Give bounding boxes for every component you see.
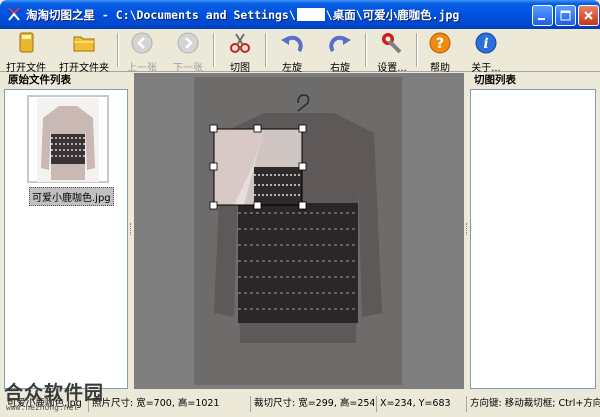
file-name-label[interactable]: 可爱小鹿咖色.jpg [29, 187, 114, 206]
help-icon: ? [429, 32, 451, 54]
open-file-label: 打开文件 [6, 63, 46, 74]
arrow-left-icon [131, 32, 153, 54]
open-file-icon [19, 32, 34, 53]
rotate-right-label: 右旋 [330, 63, 350, 74]
maximize-icon [560, 10, 571, 21]
svg-text:i: i [483, 36, 488, 52]
maximize-button[interactable] [555, 5, 576, 26]
minimize-button[interactable] [532, 5, 553, 26]
settings-button[interactable]: 设置... [372, 31, 412, 74]
status-image-size: 照片尺寸: 宽=700, 高=1021 [88, 396, 248, 412]
scissors-icon [230, 33, 250, 53]
crop-label: 切图 [230, 63, 250, 74]
folder-icon [73, 36, 95, 52]
prev-label: 上一张 [127, 63, 157, 74]
wrench-icon [382, 33, 402, 54]
next-label: 下一张 [173, 63, 203, 74]
minimize-icon [538, 18, 545, 20]
open-folder-button[interactable]: 打开文件夹 [56, 31, 112, 74]
source-file-panel: 原始文件列表 可爱小鹿咖色.jpg [4, 73, 128, 389]
settings-label: 设置... [377, 63, 407, 74]
watermark-logo: 合众软件园 [4, 382, 105, 404]
rotate-left-button[interactable]: 左旋 [274, 31, 310, 74]
toolbar: 打开文件 打开文件夹 上一张 下一张 切图 左旋 右旋 设置... ? 帮助 i… [0, 29, 600, 74]
crop-button[interactable]: 切图 [222, 31, 258, 74]
image-preview [134, 73, 464, 389]
file-thumbnail[interactable] [27, 95, 109, 183]
source-file-panel-title: 原始文件列表 [8, 74, 71, 86]
about-button[interactable]: i 关于... [466, 31, 506, 74]
rotate-right-icon [329, 35, 351, 53]
crop-list-panel-title: 切图列表 [474, 74, 516, 86]
prev-image-button[interactable]: 上一张 [124, 31, 160, 74]
window-title: 淘淘切图之星 - C:\Documents and Settings\ \桌面\可… [26, 8, 460, 22]
app-icon [8, 8, 20, 21]
crop-list[interactable] [470, 89, 596, 389]
rotate-left-label: 左旋 [282, 63, 302, 74]
close-icon [584, 11, 593, 20]
status-crop-size: 裁切尺寸: 宽=299, 高=254 [250, 396, 374, 412]
title-bar[interactable]: 淘淘切图之星 - C:\Documents and Settings\ \桌面\可… [0, 0, 600, 29]
watermark-url: www.hezhong.net [6, 403, 79, 412]
status-coordinates: X=234, Y=683 [376, 396, 464, 412]
arrow-right-icon [177, 32, 199, 54]
next-image-button[interactable]: 下一张 [170, 31, 206, 74]
close-button[interactable] [578, 5, 599, 26]
crop-list-panel: 切图列表 [470, 73, 596, 389]
source-file-list[interactable]: 可爱小鹿咖色.jpg [4, 89, 128, 389]
open-file-button[interactable]: 打开文件 [6, 31, 46, 74]
help-label: 帮助 [430, 63, 450, 74]
image-canvas[interactable] [134, 73, 464, 389]
rotate-left-icon [281, 35, 303, 53]
help-button[interactable]: ? 帮助 [422, 31, 458, 74]
redacted-username [296, 8, 325, 21]
rotate-right-button[interactable]: 右旋 [322, 31, 358, 74]
about-label: 关于... [471, 63, 501, 74]
open-folder-label: 打开文件夹 [59, 63, 109, 74]
sweater-thumbnail-image [37, 98, 99, 182]
status-hint: 方向键: 移动裁切框; Ctrl+方向键 [466, 396, 600, 412]
info-icon: i [475, 32, 497, 54]
svg-text:?: ? [436, 36, 444, 52]
